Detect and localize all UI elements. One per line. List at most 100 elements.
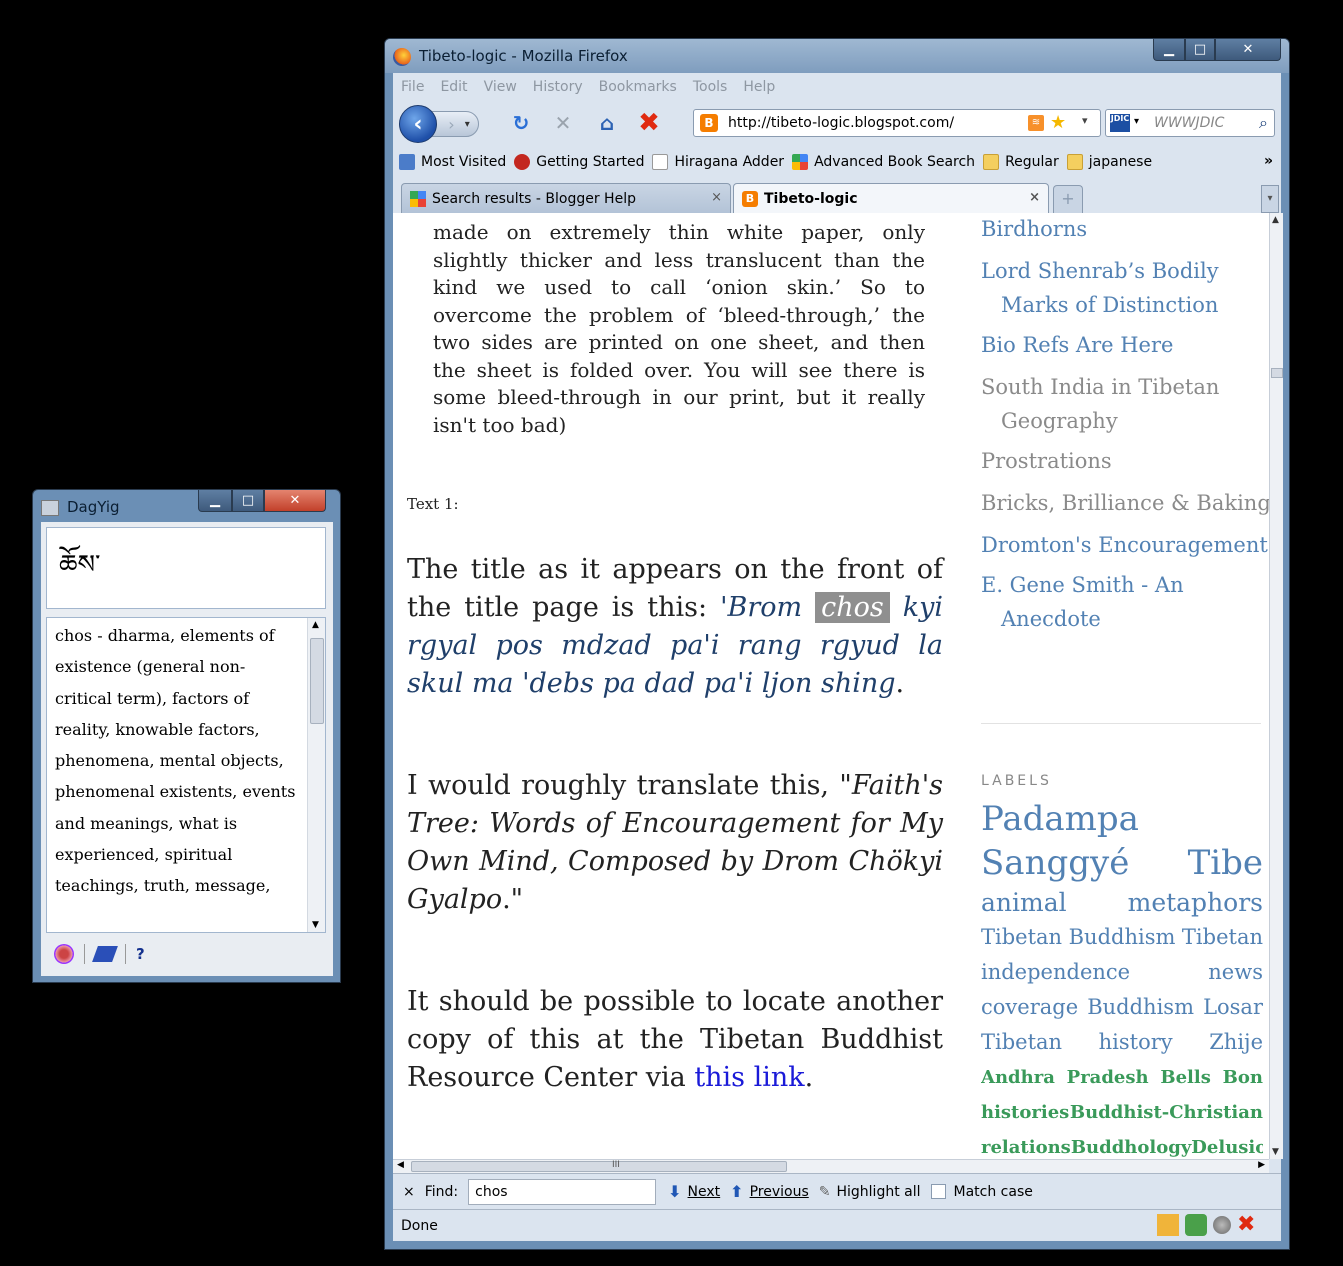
label-link[interactable]: coverage [981,990,1078,1025]
home-icon[interactable]: ⌂ [595,111,619,135]
sidebar-post-link[interactable]: South India in Tibetan Geography [981,370,1269,438]
scroll-up-icon[interactable]: ▲ [312,620,319,630]
url-dropdown-icon[interactable]: ▾ [1082,114,1088,127]
definition-panel[interactable]: chos - dharma, elements of existence (ge… [46,617,326,933]
label-link[interactable]: histories [981,1095,1069,1130]
search-icon[interactable]: ⌕ [1259,113,1268,133]
label-link[interactable]: Sanggyé [981,841,1129,885]
tab-search-results-blogger-help[interactable]: Search results - Blogger Help × [401,183,731,213]
sidebar-post-link[interactable]: Bricks, Brilliance & Baking [981,486,1269,520]
bookmark-getting-started[interactable]: Getting Started [514,154,644,170]
scroll-thumb[interactable] [1271,368,1283,378]
label-link[interactable]: Losar [1203,990,1263,1025]
scroll-down-icon[interactable]: ▼ [1272,1147,1279,1157]
page-horizontal-scrollbar[interactable]: ◀ III ▶ [393,1159,1269,1173]
find-input[interactable]: chos [468,1178,657,1205]
label-link[interactable]: history [1099,1025,1173,1060]
menu-tools[interactable]: Tools [685,79,736,95]
scroll-down-icon[interactable]: ▼ [312,920,319,930]
tab-tibeto-logic[interactable]: B Tibeto-logic × [733,183,1049,213]
menu-help[interactable]: Help [735,79,783,95]
bookmark-folder-regular[interactable]: Regular [983,154,1059,170]
label-link[interactable]: Tibe [1188,841,1263,885]
url-text[interactable]: http://tibeto-logic.blogspot.com/ [728,115,954,131]
forward-button[interactable]: › ▾ [431,111,479,137]
label-link[interactable]: metaphors [1128,885,1263,920]
label-link[interactable]: animal [981,885,1067,920]
dictionary-wheel-icon[interactable] [54,944,74,964]
rss-feed-icon[interactable]: ≋ [1028,115,1044,131]
minimize-button[interactable]: ▁ [198,490,232,512]
addon-sun-icon[interactable] [1157,1214,1179,1236]
sidebar-post-link[interactable]: E. Gene Smith - An Anecdote [981,568,1269,636]
addon-circle-icon[interactable] [1213,1216,1231,1234]
label-link[interactable]: Delusions [1191,1130,1263,1159]
bookmark-hiragana-adder[interactable]: Hiragana Adder [652,154,784,170]
menu-bookmarks[interactable]: Bookmarks [591,79,685,95]
tab-list-dropdown-icon[interactable]: ▾ [1261,185,1279,213]
menu-file[interactable]: File [393,79,432,95]
maximize-button[interactable]: □ [1185,39,1215,61]
page-vertical-scrollbar[interactable]: ▲ ▼ [1269,213,1283,1159]
help-icon[interactable]: ? [136,945,145,963]
addon-check-icon[interactable] [1185,1214,1207,1236]
dagyig-titlebar[interactable]: DagYig ▁ □ ✕ [33,490,340,522]
bookmark-star-icon[interactable]: ★ [1050,112,1066,133]
sidebar-post-link[interactable]: Birdhorns [981,213,1269,246]
noscript-blocked-icon[interactable]: ✖ [637,108,661,138]
url-bar[interactable]: B http://tibeto-logic.blogspot.com/ ≋ ★ … [693,109,1101,137]
reload-icon[interactable]: ↻ [509,111,533,135]
bookmark-folder-japanese[interactable]: japanese [1066,154,1152,170]
label-link[interactable]: Bells [1160,1060,1210,1095]
search-input[interactable]: WWWJDIC [1154,115,1224,131]
minimize-button[interactable]: ▁ [1153,39,1185,61]
sidebar-post-link[interactable]: Bio Refs Are Here [981,328,1269,362]
find-next-button[interactable]: ⬇ Next [668,1182,720,1201]
scroll-thumb[interactable]: III [411,1160,787,1172]
highlight-all-button[interactable]: ✎ Highlight all [819,1184,921,1200]
history-dropdown-icon[interactable]: ▾ [465,119,470,130]
bookmark-advanced-book-search[interactable]: Advanced Book Search [792,154,975,170]
find-close-icon[interactable]: × [403,1184,415,1200]
match-case-checkbox[interactable] [930,1184,946,1199]
label-link[interactable]: Buddhist-Christian [1070,1095,1263,1130]
sidebar-post-link[interactable]: Dromton's Encouragement [981,528,1269,562]
search-bar[interactable]: JDIC ▾ WWWJDIC ⌕ [1105,109,1275,137]
stop-icon[interactable]: ✕ [551,111,575,135]
label-link[interactable]: Andhra [981,1060,1055,1095]
label-link[interactable]: independence [981,955,1130,990]
new-tab-button[interactable]: + [1053,185,1083,213]
firefox-titlebar[interactable]: Tibeto-logic - Mozilla Firefox ▁ □ ✕ [385,39,1289,73]
maximize-button[interactable]: □ [232,490,264,512]
scroll-up-icon[interactable]: ▲ [1272,215,1279,225]
close-button[interactable]: ✕ [1215,39,1281,61]
definition-scrollbar[interactable]: ▲ ▼ [307,618,325,932]
this-link[interactable]: this link [694,1062,804,1093]
label-link[interactable]: Padampa [981,797,1139,841]
menu-view[interactable]: View [476,79,525,95]
label-link[interactable]: Tibetan [1182,920,1263,955]
find-previous-button[interactable]: ⬆ Previous [730,1182,809,1201]
bookmarks-overflow-chevron-icon[interactable]: » [1264,153,1273,169]
scroll-thumb[interactable] [310,638,324,724]
noscript-status-icon[interactable]: ✖ [1237,1214,1259,1236]
bookmark-most-visited[interactable]: Most Visited [399,154,506,170]
tab-close-icon[interactable]: × [711,190,722,205]
label-link[interactable]: Buddhism [1069,920,1176,955]
sidebar-post-link[interactable]: Lord Shenrab’s Bodily Marks of Distinctio… [981,254,1269,322]
label-link[interactable]: Tibetan [981,1025,1062,1060]
scroll-right-icon[interactable]: ▶ [1258,1160,1265,1170]
book-icon[interactable] [92,946,118,962]
scroll-left-icon[interactable]: ◀ [397,1160,404,1170]
sidebar-post-link[interactable]: Prostrations [981,444,1269,478]
label-link[interactable]: Pradesh [1067,1060,1149,1095]
search-engine-dropdown-icon[interactable]: ▾ [1134,116,1139,127]
label-link[interactable]: Tibetan [981,920,1062,955]
search-engine-icon[interactable]: JDIC [1110,114,1130,132]
label-link[interactable]: Buddhology [1071,1130,1191,1159]
label-link[interactable]: relations [981,1130,1071,1159]
label-link[interactable]: Bon [1223,1060,1263,1095]
label-link[interactable]: Zhije [1209,1025,1263,1060]
back-button[interactable]: ‹ [399,105,437,143]
tibetan-input-field[interactable]: ཆོས་ [46,527,326,609]
